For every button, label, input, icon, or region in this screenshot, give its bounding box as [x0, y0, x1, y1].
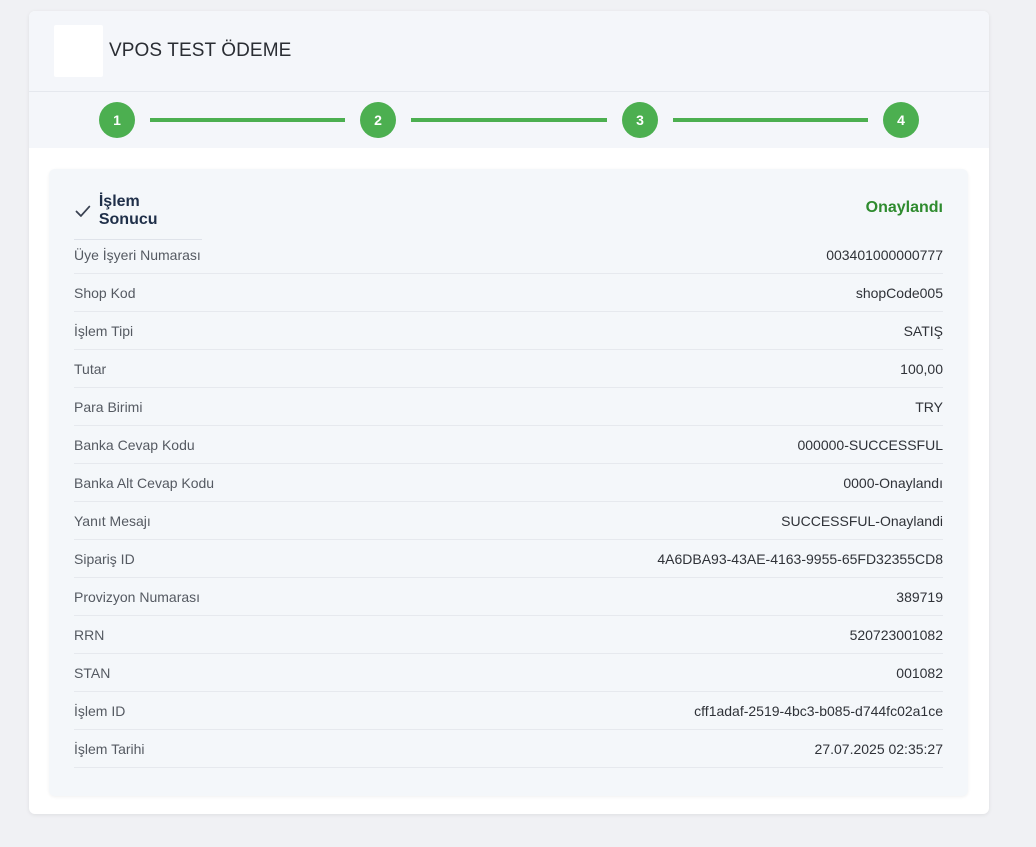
detail-row: Tutar 100,00: [74, 350, 943, 388]
detail-row: İşlem Tarihi 27.07.2025 02:35:27: [74, 730, 943, 768]
detail-label: İşlem ID: [74, 702, 126, 719]
detail-row: Yanıt Mesajı SUCCESSFUL-Onaylandi: [74, 502, 943, 540]
detail-row: RRN 520723001082: [74, 616, 943, 654]
transaction-result-panel: İşlem Sonucu Onaylandı Üye İşyeri Numara…: [49, 169, 968, 796]
detail-value: 003401000000777: [826, 246, 943, 263]
detail-value: TRY: [915, 398, 943, 415]
detail-row: Provizyon Numarası 389719: [74, 578, 943, 616]
detail-value: shopCode005: [855, 284, 943, 301]
detail-label: Banka Cevap Kodu: [74, 436, 195, 453]
detail-row: Sipariş ID 4A6DBA93-43AE-4163-9955-65FD32…: [74, 540, 943, 578]
detail-label: Tutar: [74, 360, 107, 377]
page-title: VPOS TEST ÖDEME: [109, 40, 292, 61]
detail-row: STAN 001082: [74, 654, 943, 692]
detail-row: Shop Kod shopCode005: [74, 274, 943, 312]
payment-card: VPOS TEST ÖDEME 1 2 3 4 İşlem Sonucu Ona…: [29, 11, 989, 814]
detail-label: Shop Kod: [74, 284, 136, 301]
detail-value: cff1adaf-2519-4bc3-b085-d744fc02a1ce: [694, 702, 943, 719]
detail-row: Banka Cevap Kodu 000000-SUCCESSFUL: [74, 426, 943, 464]
detail-value: SATIŞ: [903, 322, 943, 339]
detail-label: İşlem Tipi: [74, 322, 134, 339]
detail-row: İşlem Tipi SATIŞ: [74, 312, 943, 350]
step-connector-1: [150, 118, 345, 122]
step-connector-3: [673, 118, 868, 122]
detail-value: 27.07.2025 02:35:27: [814, 740, 943, 757]
detail-label: Üye İşyeri Numarası: [74, 246, 201, 263]
result-details-list: Üye İşyeri Numarası 003401000000777 Shop K…: [74, 236, 943, 768]
merchant-logo: [54, 25, 103, 77]
detail-value: 000000-SUCCESSFUL: [797, 436, 943, 453]
result-title: İşlem Sonucu: [98, 193, 158, 228]
detail-value: 001082: [896, 664, 943, 681]
status-badge: Onaylandı: [865, 199, 943, 216]
detail-value: 100,00: [900, 360, 943, 377]
detail-value: 389719: [896, 588, 943, 605]
detail-value: 0000-Onaylandı: [843, 474, 943, 491]
detail-value: 520723001082: [849, 626, 943, 643]
step-2: 2: [360, 102, 396, 138]
detail-label: Sipariş ID: [74, 550, 135, 567]
progress-stepper: 1 2 3 4: [29, 92, 989, 148]
step-3: 3: [622, 102, 658, 138]
detail-value: SUCCESSFUL-Onaylandi: [781, 512, 943, 529]
result-header: İşlem Sonucu Onaylandı: [74, 193, 943, 240]
detail-label: Provizyon Numarası: [74, 588, 201, 605]
detail-label: İşlem Tarihi: [74, 740, 145, 757]
result-title-group: İşlem Sonucu: [74, 193, 202, 240]
step-1: 1: [99, 102, 135, 138]
detail-row: İşlem ID cff1adaf-2519-4bc3-b085-d744fc02…: [74, 692, 943, 730]
step-4: 4: [883, 102, 919, 138]
detail-value: 4A6DBA93-43AE-4163-9955-65FD32355CD8: [657, 550, 943, 567]
step-connector-2: [411, 118, 607, 122]
detail-label: STAN: [74, 664, 111, 681]
check-icon: [75, 205, 91, 217]
detail-label: RRN: [74, 626, 105, 643]
detail-row: Üye İşyeri Numarası 003401000000777: [74, 236, 943, 274]
detail-row: Para Birimi TRY: [74, 388, 943, 426]
detail-row: Banka Alt Cevap Kodu 0000-Onaylandı: [74, 464, 943, 502]
page-header: VPOS TEST ÖDEME: [29, 11, 989, 92]
detail-label: Banka Alt Cevap Kodu: [74, 474, 215, 491]
detail-label: Para Birimi: [74, 398, 143, 415]
detail-label: Yanıt Mesajı: [74, 512, 151, 529]
